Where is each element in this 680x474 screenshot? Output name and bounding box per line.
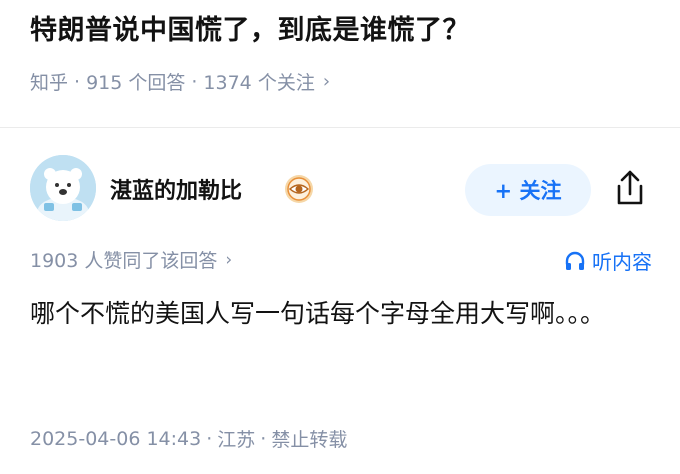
meta-separator: · xyxy=(206,427,213,450)
question-meta[interactable]: 知乎 · 915 个回答 · 1374 个关注 › xyxy=(30,68,330,95)
answer-footer: 2025-04-06 14:43 · 江苏 · 禁止转载 xyxy=(30,425,347,452)
author-name[interactable]: 湛蓝的加勒比 xyxy=(110,173,242,205)
eye-badge-icon[interactable] xyxy=(284,174,314,204)
answer-date: 2025-04-06 14:43 xyxy=(30,427,202,450)
meta-separator: · xyxy=(191,70,198,93)
listen-button[interactable]: 听内容 xyxy=(564,246,652,275)
answer-count: 915 个回答 xyxy=(86,72,186,94)
polar-bear-avatar-icon xyxy=(30,155,96,221)
repost-notice: 禁止转载 xyxy=(271,429,348,451)
upvote-info[interactable]: 1903 人赞同了该回答 › xyxy=(30,246,232,273)
answer-body[interactable]: 哪个不慌的美国人写一句话每个字母全用大写啊。。。 xyxy=(30,290,650,337)
divider xyxy=(0,127,680,128)
question-title[interactable]: 特朗普说中国慌了，到底是谁慌了？ xyxy=(30,8,470,47)
follow-button[interactable]: + 关注 xyxy=(465,164,591,216)
meta-separator: · xyxy=(260,427,267,450)
chevron-right-icon: › xyxy=(322,71,331,92)
meta-separator: · xyxy=(74,70,81,93)
headphones-icon xyxy=(565,251,585,270)
listen-label: 听内容 xyxy=(592,250,652,274)
avatar[interactable] xyxy=(30,155,96,221)
upvote-count: 1903 人赞同了该回答 xyxy=(30,250,218,272)
follow-count: 1374 个关注 xyxy=(203,72,315,94)
share-icon[interactable] xyxy=(613,168,647,208)
source-label: 知乎 xyxy=(30,72,69,94)
chevron-right-icon: › xyxy=(225,249,233,270)
answer-location: 江苏 xyxy=(217,429,256,451)
